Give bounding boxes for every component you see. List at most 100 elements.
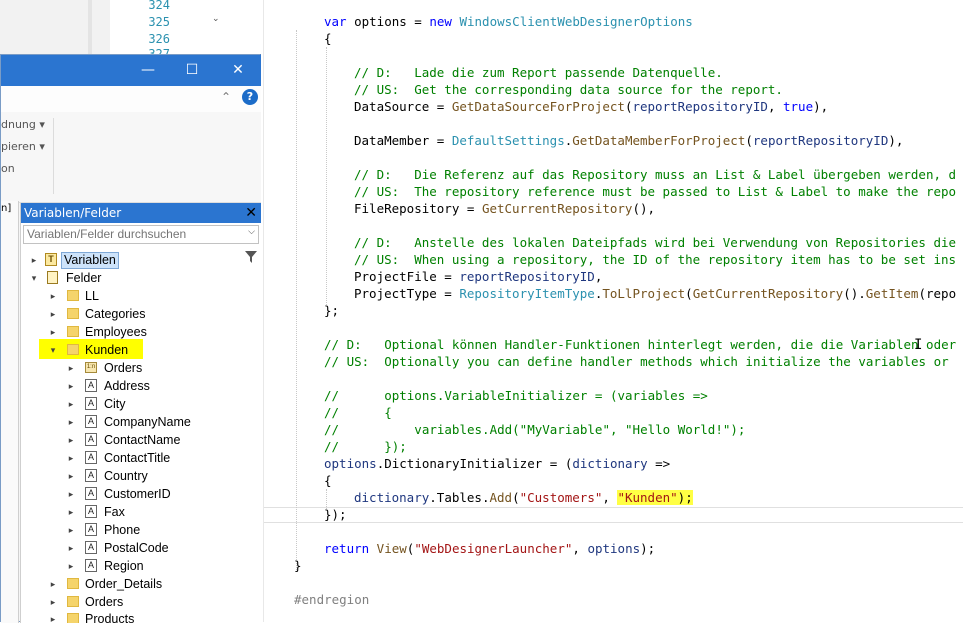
expand-arrow-icon[interactable]: ▸ [66, 503, 76, 521]
expand-arrow-icon[interactable]: ▸ [66, 413, 76, 431]
tree-item-field[interactable]: ▸ A Fax [21, 503, 251, 521]
window-title-bar[interactable]: — ☐ ✕ [1, 55, 261, 86]
indent-guide [296, 30, 297, 570]
tree-label: Orders [104, 361, 143, 375]
text-field-icon: A [85, 559, 97, 572]
expand-arrow-icon[interactable]: ▸ [66, 467, 76, 485]
code-comment: // US: Get the corresponding data source… [354, 82, 783, 97]
tree-item-field[interactable]: ▸ A Address [21, 377, 251, 395]
help-button[interactable]: ? [242, 89, 258, 105]
expand-arrow-icon[interactable]: ▸ [66, 521, 76, 539]
maximize-button[interactable]: ☐ [177, 59, 207, 81]
tree-item-field[interactable]: ▸ A CustomerID [21, 485, 251, 503]
expand-arrow-icon[interactable]: ▸ [48, 610, 58, 623]
folder-icon [67, 308, 79, 319]
tree-label: Address [104, 379, 150, 393]
tree-label: Categories [85, 307, 146, 321]
expand-arrow-icon[interactable]: ▸ [66, 449, 76, 467]
text-field-icon: A [85, 379, 97, 392]
code-comment: // D: Die Referenz auf das Repository mu… [354, 167, 957, 182]
editor-gutter-divider [263, 0, 264, 622]
expand-arrow-icon[interactable]: ▸ [48, 575, 58, 593]
chevron-down-icon[interactable]: ⌵ [248, 227, 255, 237]
code-line: }); [324, 507, 347, 522]
code-line: DataSource = GetDataSourceForProject(rep… [354, 99, 829, 114]
ribbon-item-kopieren[interactable]: pieren ▾ [1, 140, 45, 153]
code-comment: // D: Anstelle des lokalen Dateipfads wi… [354, 235, 957, 250]
variable-icon: T [45, 253, 57, 266]
tree-label: Fax [104, 505, 125, 519]
tree-label: PostalCode [104, 541, 169, 555]
expand-arrow-icon[interactable]: ▸ [48, 287, 58, 305]
tree-item-field[interactable]: ▸ A Phone [21, 521, 251, 539]
line-number: 325 [148, 15, 170, 29]
fold-chevron-icon[interactable]: ⌄ [212, 14, 220, 24]
expand-arrow-icon[interactable]: ▸ [66, 377, 76, 395]
tree-item-field[interactable]: ▸ A Region [21, 557, 251, 575]
tree-item-field[interactable]: ▸ A CompanyName [21, 413, 251, 431]
minimize-button[interactable]: — [133, 59, 163, 81]
code-comment: // US: When using a repository, the ID o… [354, 252, 957, 267]
code-comment: // US: The repository reference must be … [354, 184, 957, 199]
ribbon-separator [53, 118, 54, 194]
line-number: 327 [148, 47, 170, 54]
close-button[interactable]: ✕ [223, 59, 253, 81]
tree-item-field[interactable]: ▸ A ContactName [21, 431, 251, 449]
collapse-arrow-icon[interactable]: ▾ [48, 341, 58, 359]
tree-label: Order_Details [85, 577, 163, 591]
tree-item-field[interactable]: ▸ A City [21, 395, 251, 413]
folder-icon [67, 344, 79, 355]
tree-item-field[interactable]: ▸ A Country [21, 467, 251, 485]
text-field-icon: A [85, 433, 97, 446]
tree-item-orders[interactable]: ▸ Orders [21, 593, 221, 611]
tree-label: Orders [85, 595, 124, 609]
tree-item-field[interactable]: ▸ A ContactTitle [21, 449, 251, 467]
expand-arrow-icon[interactable]: ▸ [66, 557, 76, 575]
ribbon-item-option[interactable]: on [1, 162, 15, 175]
collapse-arrow-icon[interactable]: ▾ [29, 269, 39, 287]
tree-label: Phone [104, 523, 141, 537]
panel-header[interactable]: Variablen/Felder ✕ [21, 203, 261, 223]
panel-close-icon[interactable]: ✕ [245, 203, 257, 223]
tree-item-ll[interactable]: ▸ LL [21, 287, 221, 305]
expand-arrow-icon[interactable]: ▸ [66, 431, 76, 449]
folder-icon [67, 326, 79, 337]
tree-item-products[interactable]: ▸ Products [21, 610, 221, 623]
tree-item-field[interactable]: ▸ A PostalCode [21, 539, 251, 557]
folder-icon [67, 290, 79, 301]
tree-item-field[interactable]: ▸ 1:n Orders [21, 359, 251, 377]
code-line: dictionary.Tables.Add("Customers", "Kund… [354, 490, 693, 505]
expand-arrow-icon[interactable]: ▸ [66, 395, 76, 413]
tree-item-felder[interactable]: ▾ Felder [21, 269, 221, 287]
filter-icon[interactable] [245, 251, 257, 263]
search-input[interactable] [24, 226, 240, 242]
search-box[interactable]: ⌵ [23, 225, 259, 244]
strip-label: n] [1, 203, 12, 214]
tree-item-variablen[interactable]: ▸ T Variablen [21, 251, 221, 269]
code-line: } [294, 558, 302, 573]
ribbon-item-anordnung[interactable]: dnung ▾ [1, 118, 45, 131]
code-line: FileRepository = GetCurrentRepository(), [354, 201, 656, 216]
tree-label: Felder [66, 271, 102, 285]
tree-label: ContactName [104, 433, 181, 447]
expand-arrow-icon[interactable]: ▸ [66, 539, 76, 557]
code-line: ProjectFile = reportRepositoryID, [354, 269, 603, 284]
text-field-icon: A [85, 523, 97, 536]
expand-arrow-icon[interactable]: ▸ [66, 485, 76, 503]
text-cursor-icon: I [914, 337, 923, 353]
expand-arrow-icon[interactable]: ▸ [66, 359, 76, 377]
designer-window[interactable]: — ☐ ✕ ⌃ ? dnung ▾ pieren ▾ on n] Variabl… [0, 54, 261, 623]
tree-label: CustomerID [104, 487, 171, 501]
expand-arrow-icon[interactable]: ▸ [48, 305, 58, 323]
collapse-ribbon-icon[interactable]: ⌃ [221, 90, 231, 104]
indent-guide [326, 47, 327, 305]
tree-label: City [104, 397, 126, 411]
tree-item-categories[interactable]: ▸ Categories [21, 305, 221, 323]
code-comment: // options.VariableInitializer = (variab… [324, 388, 708, 403]
tree-item-kunden[interactable]: ▾ Kunden [21, 341, 221, 359]
code-comment: // { [324, 405, 392, 420]
text-field-icon: A [85, 469, 97, 482]
expand-arrow-icon[interactable]: ▸ [48, 593, 58, 611]
expand-arrow-icon[interactable]: ▸ [29, 251, 39, 269]
tree-item-order-details[interactable]: ▸ Order_Details [21, 575, 221, 593]
